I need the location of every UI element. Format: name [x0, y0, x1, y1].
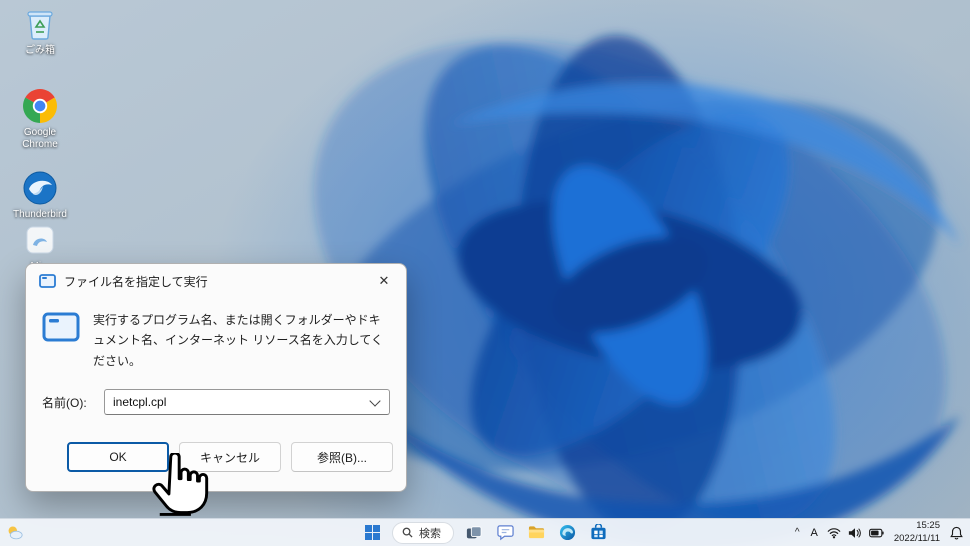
file-explorer-icon[interactable] — [525, 522, 547, 544]
clock[interactable]: 15:25 2022/11/11 — [891, 520, 943, 545]
taskbar: 検索 ^ A 15:25 2022/11/11 — [0, 518, 970, 546]
recycle-bin-icon — [22, 6, 58, 42]
task-view-icon[interactable] — [463, 522, 485, 544]
battery-icon[interactable] — [868, 528, 884, 538]
edge-icon[interactable] — [556, 522, 578, 544]
desktop-screen: ごみ箱 Google Chrome Thunderbird ファイル名を指定して… — [0, 0, 970, 546]
dialog-description: 実行するプログラム名、または開くフォルダーやドキュメント名、インターネット リソ… — [93, 313, 384, 368]
app-icon — [22, 222, 58, 258]
desktop-icon-label: ごみ箱 — [25, 45, 55, 56]
run-dialog-icon — [39, 274, 56, 288]
widgets-weather-icon[interactable] — [3, 522, 25, 544]
thunderbird-icon — [22, 170, 58, 206]
search-icon — [402, 527, 413, 538]
desktop-icon-label: Google Chrome — [22, 127, 58, 150]
notification-bell-icon[interactable] — [950, 526, 966, 540]
desktop-icon-recycle-bin[interactable]: ごみ箱 — [7, 6, 73, 57]
clock-time: 15:25 — [916, 520, 940, 532]
run-program-icon — [42, 312, 80, 371]
run-dialog-titlebar[interactable]: ファイル名を指定して実行 ✕ — [26, 264, 406, 298]
network-icon[interactable] — [827, 527, 841, 539]
chrome-icon — [22, 88, 58, 124]
ime-indicator[interactable]: A — [809, 527, 820, 539]
desktop-icon-google-chrome[interactable]: Google Chrome — [7, 88, 73, 150]
start-button[interactable] — [361, 522, 383, 544]
name-combobox[interactable] — [104, 389, 390, 416]
run-dialog: ファイル名を指定して実行 ✕ 実行するプログラム名、または開くフォルダーやドキュ… — [25, 263, 407, 492]
name-label: 名前(O): — [42, 395, 87, 410]
run-dialog-body: 実行するプログラム名、または開くフォルダーやドキュメント名、インターネット リソ… — [26, 298, 406, 491]
run-command-input[interactable] — [104, 389, 390, 416]
microsoft-store-icon[interactable] — [587, 522, 609, 544]
cancel-button[interactable]: キャンセル — [179, 442, 281, 472]
browse-button[interactable]: 参照(B)... — [291, 442, 393, 472]
volume-icon[interactable] — [848, 527, 862, 539]
desktop-icon-label: Thunderbird — [13, 209, 67, 220]
chat-icon[interactable] — [494, 522, 516, 544]
hidden-icons-chevron[interactable]: ^ — [793, 527, 802, 538]
search-label: 検索 — [419, 527, 441, 540]
dialog-title: ファイル名を指定して実行 — [64, 274, 208, 289]
desktop-icon-thunderbird[interactable]: Thunderbird — [7, 170, 73, 221]
ok-button[interactable]: OK — [67, 442, 169, 472]
search-box[interactable]: 検索 — [392, 521, 454, 544]
close-icon[interactable]: ✕ — [362, 264, 406, 298]
clock-date: 2022/11/11 — [893, 532, 940, 544]
